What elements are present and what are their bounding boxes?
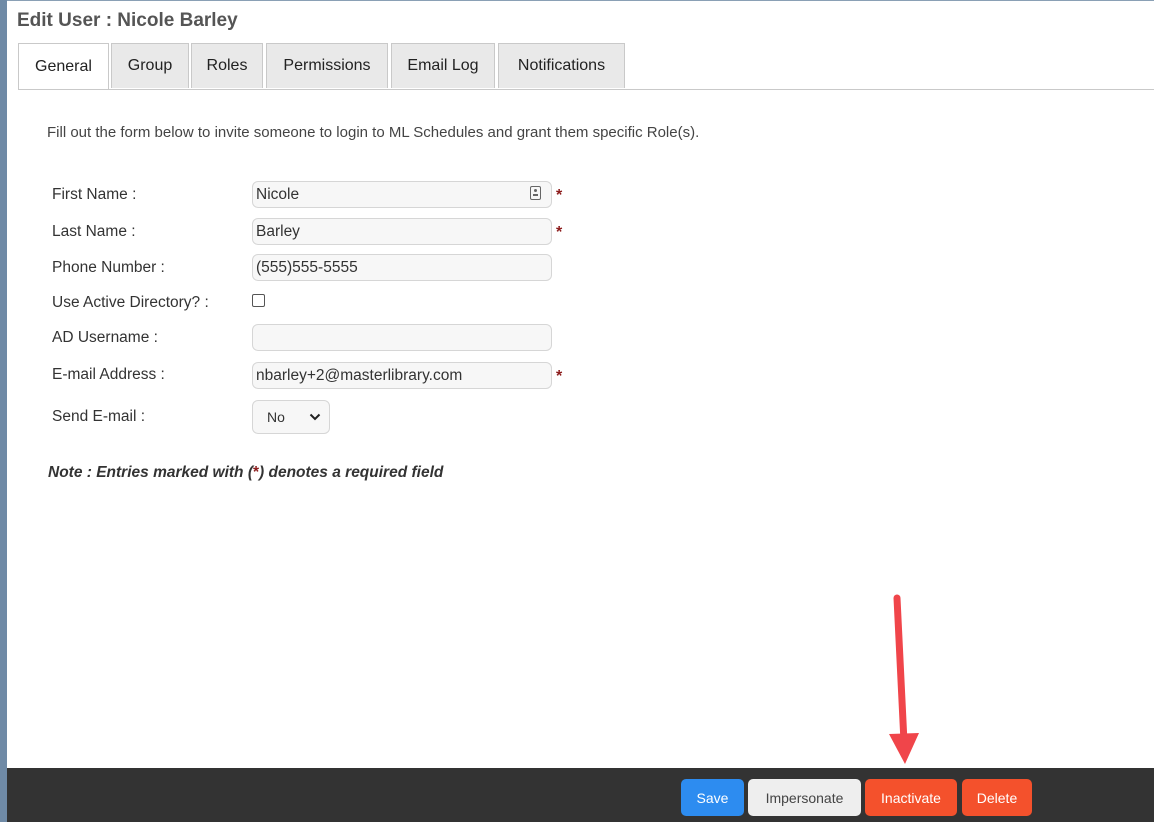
use-active-directory-checkbox[interactable] (252, 294, 265, 307)
send-email-label: Send E-mail : (52, 408, 146, 425)
tab-permissions[interactable]: Permissions (266, 43, 388, 88)
impersonate-button[interactable]: Impersonate (748, 779, 861, 816)
page-title: Edit User : Nicole Barley (17, 10, 238, 31)
send-email-select[interactable]: No (252, 400, 330, 434)
email-address-label: E-mail Address : (52, 366, 165, 383)
window-left-edge (0, 0, 7, 822)
phone-number-input[interactable] (252, 254, 552, 281)
chevron-down-icon (309, 413, 321, 421)
note-text-after: ) denotes a required field (259, 464, 444, 481)
annotation-arrow-icon (889, 594, 919, 764)
tab-group[interactable]: Group (111, 43, 189, 88)
first-name-input[interactable] (252, 181, 552, 208)
use-active-directory-label: Use Active Directory? : (52, 294, 209, 311)
tab-notifications[interactable]: Notifications (498, 43, 625, 88)
ad-username-label: AD Username : (52, 329, 158, 346)
ad-username-input[interactable] (252, 324, 552, 351)
phone-number-label: Phone Number : (52, 259, 165, 276)
last-name-label: Last Name : (52, 223, 136, 240)
note-text-before: Note : Entries marked with ( (48, 464, 253, 481)
intro-text: Fill out the form below to invite someon… (47, 124, 700, 141)
tab-divider (18, 89, 1154, 90)
tab-email-log[interactable]: Email Log (391, 43, 495, 88)
save-button[interactable]: Save (681, 779, 744, 816)
required-field-note: Note : Entries marked with (*) denotes a… (48, 464, 443, 482)
send-email-selected-value: No (267, 409, 285, 425)
delete-button[interactable]: Delete (962, 779, 1032, 816)
contact-card-icon[interactable] (530, 186, 541, 200)
email-address-input[interactable] (252, 362, 552, 389)
last-name-required-marker: * (556, 224, 563, 241)
email-required-marker: * (556, 368, 563, 385)
first-name-label: First Name : (52, 186, 137, 203)
tab-roles[interactable]: Roles (191, 43, 263, 88)
window-top-edge (7, 0, 1154, 1)
last-name-input[interactable] (252, 218, 552, 245)
tab-general[interactable]: General (18, 43, 109, 90)
first-name-required-marker: * (556, 187, 563, 204)
inactivate-button[interactable]: Inactivate (865, 779, 957, 816)
